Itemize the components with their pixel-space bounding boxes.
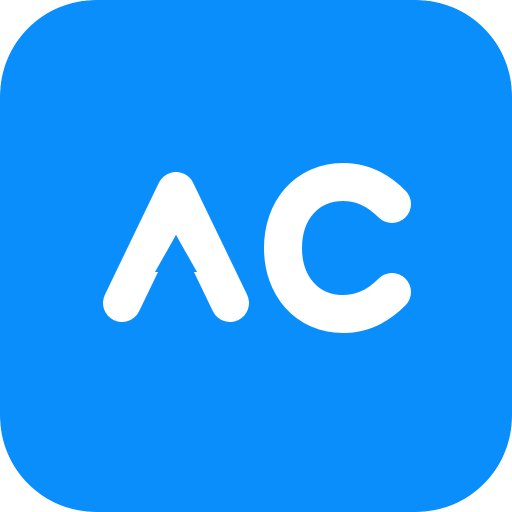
icon-background: [0, 0, 512, 512]
ac-app-icon: AC: [0, 0, 512, 512]
ac-icon: [0, 0, 512, 512]
